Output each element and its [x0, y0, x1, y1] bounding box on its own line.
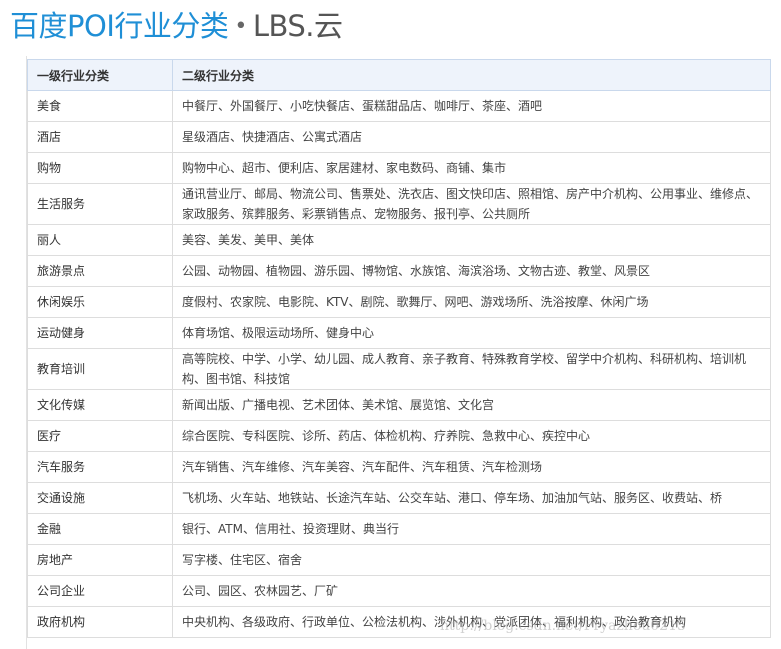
table-row: 丽人 美容、美发、美甲、美体 — [27, 224, 771, 256]
category-cell: 运动健身 — [27, 317, 173, 349]
table-row: 金融 银行、ATM、信用社、投资理财、典当行 — [27, 513, 771, 545]
subcategory-cell: 美容、美发、美甲、美体 — [172, 224, 771, 256]
title-sub: LBS.云 — [252, 9, 343, 43]
table-row: 美食 中餐厅、外国餐厅、小吃快餐店、蛋糕甜品店、咖啡厅、茶座、酒吧 — [27, 90, 771, 122]
subcategory-cell: 度假村、农家院、电影院、KTV、剧院、歌舞厅、网吧、游戏场所、洗浴按摩、休闲广场 — [172, 286, 771, 318]
table-row: 政府机构 中央机构、各级政府、行政单位、公检法机构、涉外机构、党派团体、福利机构、… — [27, 606, 771, 638]
category-cell: 医疗 — [27, 420, 173, 452]
table-header-row: 一级行业分类 二级行业分类 — [27, 59, 771, 91]
subcategory-cell: 中餐厅、外国餐厅、小吃快餐店、蛋糕甜品店、咖啡厅、茶座、酒吧 — [172, 90, 771, 122]
category-cell: 休闲娱乐 — [27, 286, 173, 318]
subcategory-cell: 公司、园区、农林园艺、厂矿 — [172, 575, 771, 607]
category-cell: 酒店 — [27, 121, 173, 153]
table-row: 购物 购物中心、超市、便利店、家居建材、家电数码、商铺、集市 — [27, 152, 771, 184]
category-cell: 政府机构 — [27, 606, 173, 638]
table-row: 休闲娱乐 度假村、农家院、电影院、KTV、剧院、歌舞厅、网吧、游戏场所、洗浴按摩、… — [27, 286, 771, 318]
subcategory-cell: 公园、动物园、植物园、游乐园、博物馆、水族馆、海滨浴场、文物古迹、教堂、风景区 — [172, 255, 771, 287]
title-main: 百度POI行业分类 — [10, 9, 229, 43]
table-row: 教育培训 高等院校、中学、小学、幼儿园、成人教育、亲子教育、特殊教育学校、留学中介… — [27, 348, 771, 390]
category-cell: 公司企业 — [27, 575, 173, 607]
table-row: 文化传媒 新闻出版、广播电视、艺术团体、美术馆、展览馆、文化宫 — [27, 389, 771, 421]
category-cell: 交通设施 — [27, 482, 173, 514]
table-row: 医疗 综合医院、专科医院、诊所、药店、体检机构、疗养院、急救中心、疾控中心 — [27, 420, 771, 452]
table-row: 酒店 星级酒店、快捷酒店、公寓式酒店 — [27, 121, 771, 153]
category-cell: 美食 — [27, 90, 173, 122]
table-row: 生活服务 通讯营业厅、邮局、物流公司、售票处、洗衣店、图文快印店、照相馆、房产中介… — [27, 183, 771, 225]
subcategory-cell: 体育场馆、极限运动场所、健身中心 — [172, 317, 771, 349]
category-cell: 购物 — [27, 152, 173, 184]
category-cell: 汽车服务 — [27, 451, 173, 483]
header-level1: 一级行业分类 — [27, 59, 173, 91]
category-cell: 教育培训 — [27, 348, 173, 390]
category-cell: 旅游景点 — [27, 255, 173, 287]
title-separator: • — [234, 14, 247, 39]
subcategory-cell: 高等院校、中学、小学、幼儿园、成人教育、亲子教育、特殊教育学校、留学中介机构、科… — [172, 348, 771, 390]
subcategory-cell: 银行、ATM、信用社、投资理财、典当行 — [172, 513, 771, 545]
subcategory-cell: 写字楼、住宅区、宿舍 — [172, 544, 771, 576]
category-cell: 房地产 — [27, 544, 173, 576]
poi-category-table: 一级行业分类 二级行业分类 美食 中餐厅、外国餐厅、小吃快餐店、蛋糕甜品店、咖啡厅… — [27, 59, 771, 638]
table-row: 交通设施 飞机场、火车站、地铁站、长途汽车站、公交车站、港口、停车场、加油加气站、… — [27, 482, 771, 514]
category-cell: 丽人 — [27, 224, 173, 256]
category-cell: 文化传媒 — [27, 389, 173, 421]
subcategory-cell: 飞机场、火车站、地铁站、长途汽车站、公交车站、港口、停车场、加油加气站、服务区、… — [172, 482, 771, 514]
table-row: 公司企业 公司、园区、农林园艺、厂矿 — [27, 575, 771, 607]
subcategory-cell: 通讯营业厅、邮局、物流公司、售票处、洗衣店、图文快印店、照相馆、房产中介机构、公… — [172, 183, 771, 225]
subcategory-cell: 汽车销售、汽车维修、汽车美容、汽车配件、汽车租赁、汽车检测场 — [172, 451, 771, 483]
subcategory-cell: 综合医院、专科医院、诊所、药店、体检机构、疗养院、急救中心、疾控中心 — [172, 420, 771, 452]
subcategory-cell: 星级酒店、快捷酒店、公寓式酒店 — [172, 121, 771, 153]
page-title: 百度POI行业分类 • LBS.云 — [10, 6, 343, 46]
table-row: 汽车服务 汽车销售、汽车维修、汽车美容、汽车配件、汽车租赁、汽车检测场 — [27, 451, 771, 483]
subcategory-cell: 新闻出版、广播电视、艺术团体、美术馆、展览馆、文化宫 — [172, 389, 771, 421]
header-level2: 二级行业分类 — [172, 59, 771, 91]
table-row: 旅游景点 公园、动物园、植物园、游乐园、博物馆、水族馆、海滨浴场、文物古迹、教堂、… — [27, 255, 771, 287]
content-panel: 一级行业分类 二级行业分类 美食 中餐厅、外国餐厅、小吃快餐店、蛋糕甜品店、咖啡厅… — [26, 56, 771, 649]
table-row: 运动健身 体育场馆、极限运动场所、健身中心 — [27, 317, 771, 349]
subcategory-cell: 中央机构、各级政府、行政单位、公检法机构、涉外机构、党派团体、福利机构、政治教育… — [172, 606, 771, 638]
category-cell: 金融 — [27, 513, 173, 545]
category-cell: 生活服务 — [27, 183, 173, 225]
subcategory-cell: 购物中心、超市、便利店、家居建材、家电数码、商铺、集市 — [172, 152, 771, 184]
table-row: 房地产 写字楼、住宅区、宿舍 — [27, 544, 771, 576]
